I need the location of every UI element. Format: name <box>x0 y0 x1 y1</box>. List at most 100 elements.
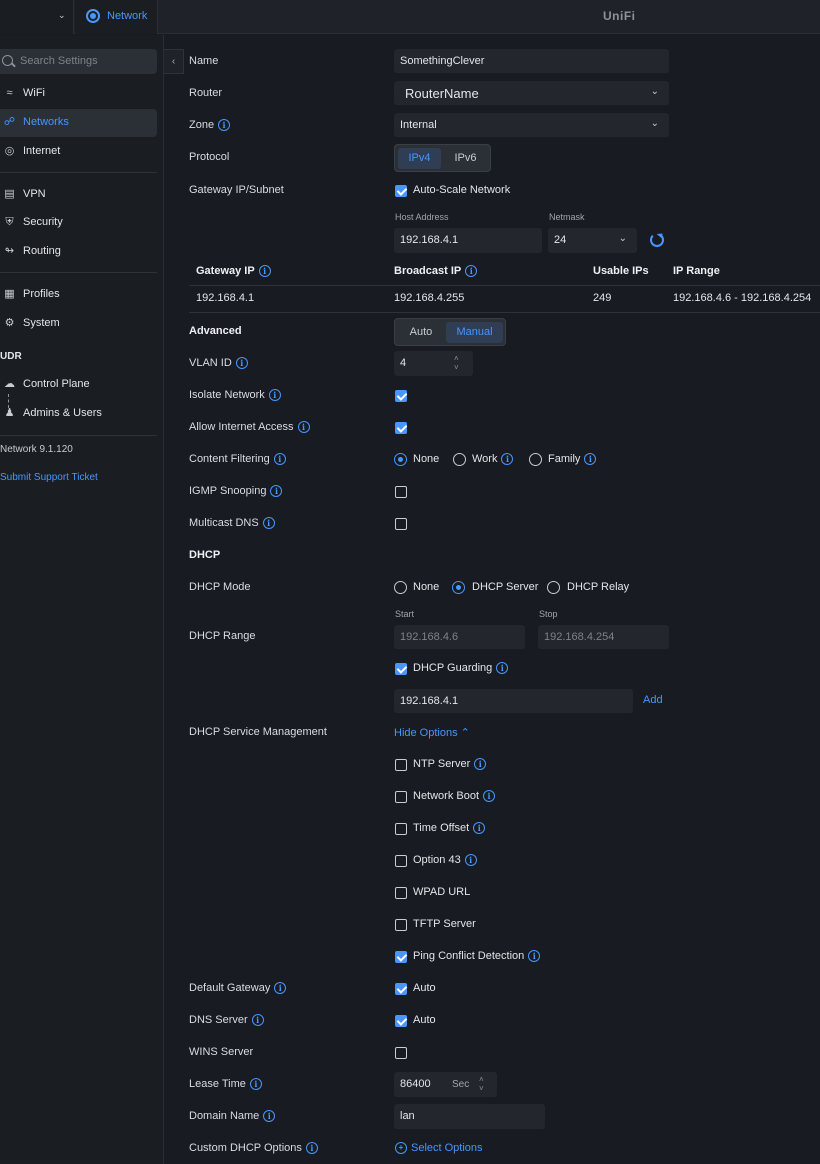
stepper-icon[interactable]: ˄ ˅ <box>479 1075 484 1093</box>
app-switcher[interactable]: ⌄ <box>0 0 74 34</box>
internet-access-checkbox[interactable] <box>395 422 407 434</box>
wins-server-checkbox[interactable] <box>395 1047 407 1059</box>
info-icon[interactable]: i <box>270 485 283 498</box>
advanced-auto-button[interactable]: Auto <box>398 322 444 343</box>
range-stop-input[interactable]: 192.168.4.254 <box>538 625 669 649</box>
td-ip-range: 192.168.4.6 - 192.168.4.254 <box>673 292 812 304</box>
info-icon[interactable]: i <box>584 453 597 466</box>
auto-scale-checkbox[interactable] <box>395 185 407 197</box>
info-icon[interactable]: i <box>258 265 271 278</box>
info-icon[interactable]: i <box>273 453 286 466</box>
mdns-checkbox[interactable] <box>395 518 407 530</box>
netmask-select[interactable]: 24 ⌄ <box>548 228 637 253</box>
sidebar-item-profiles[interactable]: ▦ Profiles <box>0 281 157 309</box>
zone-label: Zone i <box>189 119 231 132</box>
sidebar-item-routing[interactable]: ↬ Routing <box>0 238 157 266</box>
igmp-checkbox[interactable] <box>395 486 407 498</box>
info-icon[interactable]: i <box>496 662 509 675</box>
lease-time-label: Lease Time i <box>189 1078 262 1091</box>
network-app-label: Network <box>107 10 148 22</box>
dhcp-none-radio[interactable] <box>394 581 407 594</box>
protocol-ipv6-button[interactable]: IPv6 <box>444 148 487 169</box>
chevron-down-icon: ⌄ <box>650 86 659 97</box>
hide-options-button[interactable]: Hide Options ⌃ <box>394 726 470 739</box>
info-icon[interactable]: i <box>473 822 486 835</box>
ntp-checkbox[interactable] <box>395 759 407 771</box>
network-boot-label: Network Boot i <box>413 790 496 803</box>
name-input[interactable]: SomethingClever <box>394 49 669 73</box>
info-icon[interactable]: i <box>297 421 310 434</box>
lease-time-input[interactable]: 86400 Sec ˄ ˅ <box>394 1072 497 1097</box>
search-input[interactable]: Search Settings <box>0 49 157 74</box>
dhcp-guarding-label: DHCP Guarding i <box>413 662 509 675</box>
dhcp-relay-radio[interactable] <box>547 581 560 594</box>
sidebar-item-security[interactable]: ⛨ Security <box>0 209 157 237</box>
vlan-id-input[interactable]: 4 ˄ ˅ <box>394 351 473 376</box>
tftp-checkbox[interactable] <box>395 919 407 931</box>
info-icon[interactable]: i <box>274 982 287 995</box>
info-icon[interactable]: i <box>262 517 275 530</box>
collapse-sidebar-button[interactable]: ‹ <box>164 49 184 74</box>
filter-work-radio[interactable] <box>453 453 466 466</box>
dhcp-server-radio[interactable] <box>452 581 465 594</box>
filter-family-radio[interactable] <box>529 453 542 466</box>
section-heading-udr: UDR <box>0 351 22 362</box>
info-icon[interactable]: i <box>251 1014 264 1027</box>
tftp-label: TFTP Server <box>413 918 476 930</box>
filter-none-radio[interactable] <box>394 453 407 466</box>
network-boot-checkbox[interactable] <box>395 791 407 803</box>
dns-server-checkbox[interactable] <box>395 1015 407 1027</box>
sidebar-item-vpn[interactable]: ▤ VPN <box>0 181 157 209</box>
protocol-ipv4-button[interactable]: IPv4 <box>398 148 441 169</box>
sidebar-item-system[interactable]: ⚙ System <box>0 310 157 338</box>
add-guard-button[interactable]: Add <box>643 694 663 706</box>
router-select[interactable]: RouterName ⌄ <box>394 81 669 105</box>
info-icon[interactable]: i <box>483 790 496 803</box>
chevron-up-icon: ⌃ <box>460 727 470 739</box>
info-icon[interactable]: i <box>235 357 248 370</box>
default-gateway-checkbox[interactable] <box>395 983 407 995</box>
advanced-manual-button[interactable]: Manual <box>446 322 503 343</box>
info-icon[interactable]: i <box>305 1142 318 1155</box>
info-icon[interactable]: i <box>528 950 541 963</box>
network-app-tab[interactable]: Network <box>75 0 158 34</box>
refresh-icon[interactable] <box>650 233 664 247</box>
select-options-button[interactable]: + Select Options <box>395 1142 483 1155</box>
ping-conflict-checkbox[interactable] <box>395 951 407 963</box>
info-icon[interactable]: i <box>249 1078 262 1091</box>
dhcp-guarding-input[interactable]: 192.168.4.1 <box>394 689 633 713</box>
support-ticket-link[interactable]: Submit Support Ticket <box>0 472 98 483</box>
info-icon[interactable]: i <box>465 265 478 278</box>
range-start-label: Start <box>395 609 415 619</box>
info-icon[interactable]: i <box>263 1110 276 1123</box>
version-label: Network 9.1.120 <box>0 444 73 455</box>
wpad-checkbox[interactable] <box>395 887 407 899</box>
info-icon[interactable]: i <box>464 854 477 867</box>
sidebar-item-networks[interactable]: ☍ Networks <box>0 109 157 137</box>
chevron-down-icon[interactable]: ⌄ <box>58 10 66 21</box>
sidebar-item-label: System <box>23 317 60 329</box>
stepper-icon[interactable]: ˄ ˅ <box>454 354 459 372</box>
range-start-input[interactable]: 192.168.4.6 <box>394 625 525 649</box>
lease-unit: Sec <box>452 1079 470 1090</box>
host-address-input[interactable]: 192.168.4.1 <box>394 228 542 253</box>
sidebar-item-admins-users[interactable]: ♟ Admins & Users <box>0 400 157 428</box>
zone-select[interactable]: Internal ⌄ <box>394 113 669 137</box>
vpn-icon: ▤ <box>4 188 15 200</box>
time-offset-checkbox[interactable] <box>395 823 407 835</box>
info-icon[interactable]: i <box>474 758 487 771</box>
content-filtering-label: Content Filtering i <box>189 453 286 466</box>
isolate-network-checkbox[interactable] <box>395 390 407 402</box>
info-icon[interactable]: i <box>501 453 514 466</box>
lease-time-value: 86400 <box>400 1078 431 1090</box>
domain-name-input[interactable]: lan <box>394 1104 545 1129</box>
option-43-checkbox[interactable] <box>395 855 407 867</box>
sidebar-item-control-plane[interactable]: ☁ Control Plane <box>0 371 157 399</box>
info-icon[interactable]: i <box>268 389 281 402</box>
info-icon[interactable]: i <box>218 119 231 132</box>
sidebar-item-internet[interactable]: ◎ Internet <box>0 138 157 166</box>
ntp-label: NTP Server i <box>413 758 487 771</box>
sidebar-item-wifi[interactable]: ≈ WiFi <box>0 80 157 108</box>
dhcp-guarding-checkbox[interactable] <box>395 663 407 675</box>
table-divider <box>189 285 820 286</box>
